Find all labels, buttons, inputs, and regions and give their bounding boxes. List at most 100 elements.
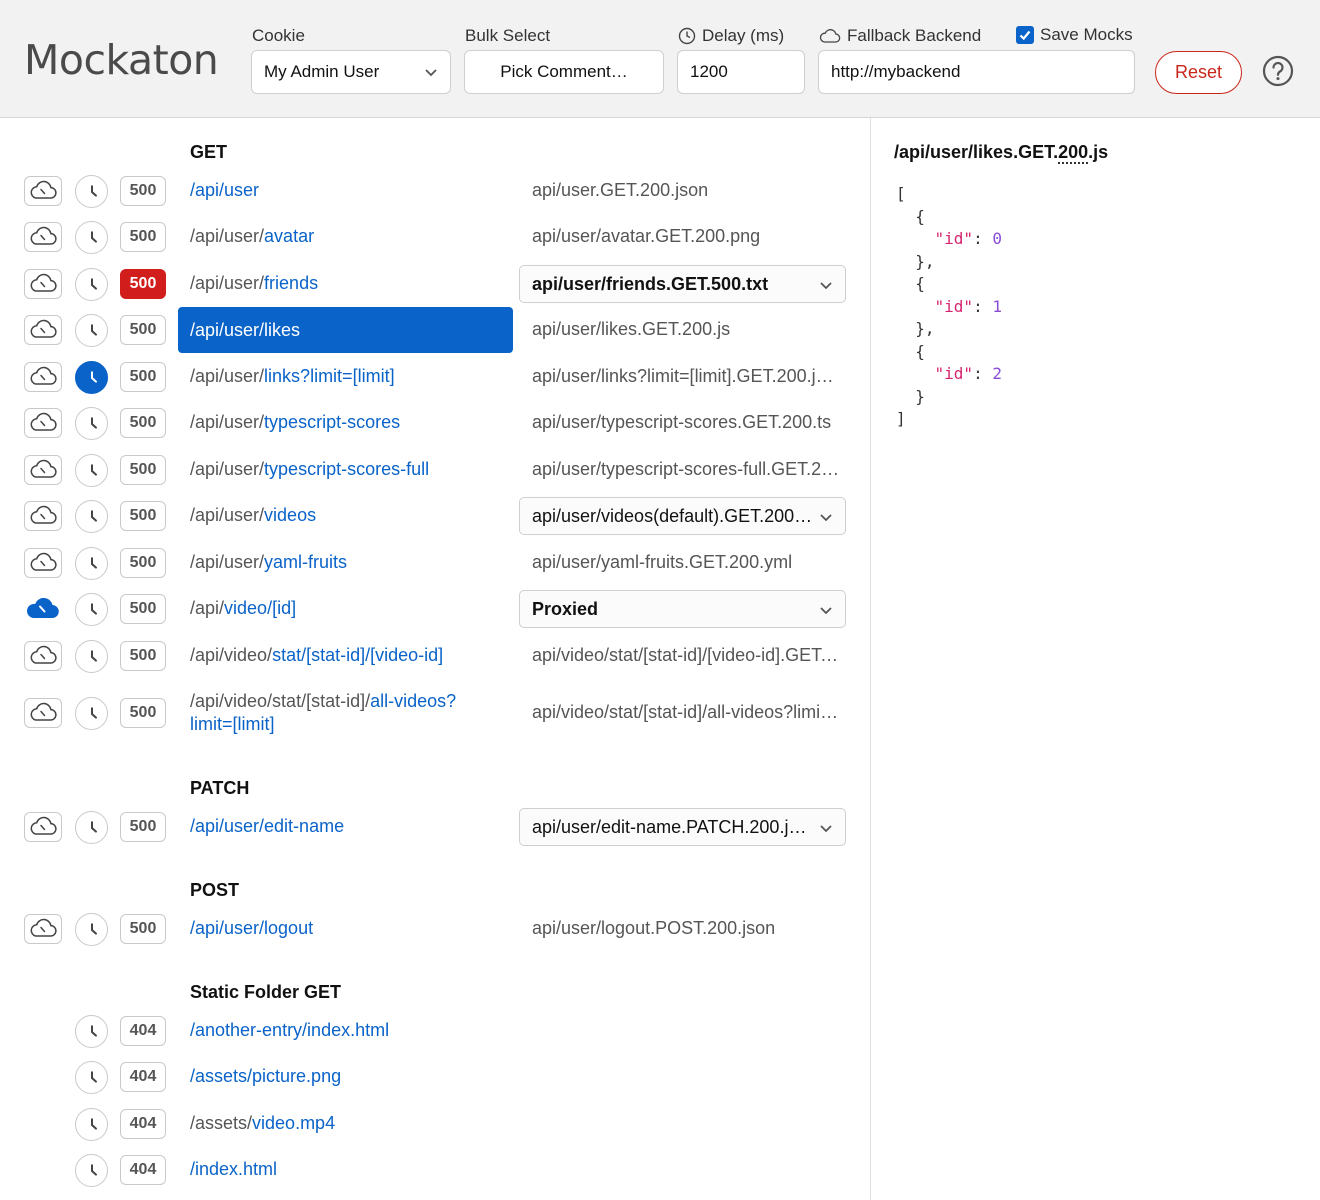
delay-toggle-clock-icon[interactable] — [75, 1015, 108, 1048]
status-toggle-button[interactable]: 500 — [120, 641, 166, 671]
delay-toggle-clock-icon[interactable] — [75, 1154, 108, 1187]
delay-toggle-clock-icon[interactable] — [75, 407, 108, 440]
delay-toggle-clock-icon[interactable] — [75, 811, 108, 844]
mock-filename: api/user/avatar.GET.200.png — [532, 226, 761, 246]
status-toggle-button[interactable]: 500 — [120, 176, 166, 206]
preview-code: [ { "id": 0 }, { "id": 1 }, { "id": 2 } … — [896, 184, 1002, 428]
proxy-toggle-cloud-icon[interactable] — [24, 222, 62, 252]
delay-toggle-clock-icon[interactable] — [75, 640, 108, 673]
proxy-toggle-cloud-icon[interactable] — [24, 698, 62, 728]
route-link[interactable]: /api/user/videos — [190, 505, 316, 526]
delay-toggle-clock-icon[interactable] — [75, 454, 108, 487]
proxy-toggle-cloud-icon[interactable] — [24, 315, 62, 345]
save-mocks-label: Save Mocks — [1040, 25, 1133, 44]
status-toggle-button[interactable]: 500 — [120, 269, 166, 299]
chevron-down-icon — [425, 69, 437, 77]
delay-toggle-clock-icon[interactable] — [75, 547, 108, 580]
route-link[interactable]: /api/user/edit-name — [190, 816, 344, 837]
fallback-input[interactable]: http://mybackend — [818, 50, 1135, 94]
mock-filename: api/user.GET.200.json — [532, 180, 709, 200]
route-link[interactable]: /api/video/[id] — [190, 598, 296, 619]
proxy-toggle-cloud-icon[interactable] — [24, 176, 62, 206]
delay-toggle-clock-icon[interactable] — [75, 314, 108, 347]
status-toggle-button[interactable]: 404 — [120, 1016, 166, 1046]
route-link[interactable]: /api/user/friends — [190, 273, 318, 294]
proxy-toggle-cloud-icon[interactable] — [24, 641, 62, 671]
route-link[interactable]: /api/user/links?limit=[limit] — [190, 366, 395, 387]
route-link[interactable]: /api/user — [190, 180, 259, 201]
delay-toggle-clock-icon[interactable] — [75, 593, 108, 626]
proxy-toggle-cloud-icon[interactable] — [24, 548, 62, 578]
route-link[interactable]: /api/video/stat/[stat-id]/all-videos? lim… — [190, 690, 456, 736]
route-row: 404/another-entry/index.html — [0, 1011, 870, 1051]
status-toggle-button[interactable]: 500 — [120, 315, 166, 345]
status-toggle-button[interactable]: 500 — [120, 812, 166, 842]
status-toggle-button[interactable]: 404 — [120, 1109, 166, 1139]
proxy-toggle-cloud-icon[interactable] — [24, 362, 62, 392]
mock-select[interactable]: api/user/videos(default).GET.200.json — [519, 497, 846, 535]
status-toggle-button[interactable]: 404 — [120, 1155, 166, 1185]
route-row: 500/api/video/stat/[stat-id]/all-videos?… — [0, 690, 870, 736]
cookie-label: Cookie — [252, 26, 305, 45]
chevron-down-icon — [820, 514, 832, 522]
route-row: 500/api/user/yaml-fruits api/user/yaml-fr… — [0, 543, 870, 583]
delay-toggle-clock-icon[interactable] — [75, 268, 108, 301]
bulk-select-label: Bulk Select — [465, 26, 551, 45]
status-toggle-button[interactable]: 500 — [120, 455, 166, 485]
help-icon[interactable] — [1262, 55, 1294, 87]
proxy-toggle-cloud-icon[interactable] — [24, 501, 62, 531]
mock-select[interactable]: api/user/edit-name.PATCH.200.json — [519, 808, 846, 846]
status-toggle-button[interactable]: 500 — [120, 501, 166, 531]
proxy-toggle-cloud-icon[interactable] — [24, 269, 62, 299]
status-toggle-button[interactable]: 500 — [120, 548, 166, 578]
route-link[interactable]: /assets/video.mp4 — [190, 1113, 335, 1134]
status-toggle-button[interactable]: 500 — [120, 362, 166, 392]
save-mocks-checkbox[interactable] — [1016, 26, 1034, 44]
proxy-toggle-cloud-icon[interactable] — [24, 455, 62, 485]
bulk-select[interactable]: Pick Comment… — [464, 50, 664, 94]
save-mocks[interactable]: Save Mocks — [1016, 25, 1133, 45]
route-link[interactable]: /api/user/avatar — [190, 226, 314, 247]
section-title-post: POST — [190, 880, 240, 900]
fallback-value: http://mybackend — [831, 62, 961, 81]
app-logo: Mockaton — [24, 36, 219, 84]
route-link[interactable]: /api/user/likes — [178, 307, 513, 353]
route-link[interactable]: /api/user/typescript-scores — [190, 412, 400, 433]
status-toggle-button[interactable]: 500 — [120, 914, 166, 944]
delay-toggle-clock-icon[interactable] — [75, 697, 108, 730]
proxy-toggle-cloud-icon[interactable] — [24, 594, 62, 624]
cookie-select[interactable]: My Admin User — [251, 50, 451, 94]
route-row: 404/assets/video.mp4 — [0, 1104, 870, 1144]
proxy-toggle-cloud-icon[interactable] — [24, 408, 62, 438]
status-toggle-button[interactable]: 500 — [120, 698, 166, 728]
mock-select[interactable]: api/user/friends.GET.500.txt — [519, 265, 846, 303]
route-link[interactable]: /assets/picture.png — [190, 1066, 341, 1087]
status-toggle-button[interactable]: 404 — [120, 1062, 166, 1092]
route-row: 500/api/video/[id] Proxied — [0, 589, 870, 629]
delay-toggle-clock-icon[interactable] — [75, 175, 108, 208]
route-link[interactable]: /index.html — [190, 1159, 277, 1180]
proxy-toggle-cloud-icon[interactable] — [24, 812, 62, 842]
delay-toggle-clock-icon[interactable] — [75, 1061, 108, 1094]
delay-toggle-clock-icon[interactable] — [75, 361, 108, 394]
delay-toggle-clock-icon[interactable] — [75, 500, 108, 533]
mock-filename: api/video/stat/[stat-id]/[video-id].GET.… — [532, 645, 842, 665]
reset-button[interactable]: Reset — [1155, 51, 1242, 94]
route-link[interactable]: /api/user/logout — [190, 918, 313, 939]
delay-toggle-clock-icon[interactable] — [75, 1108, 108, 1141]
section-title-static: Static Folder GET — [190, 982, 342, 1002]
delay-toggle-clock-icon[interactable] — [75, 221, 108, 254]
mock-select[interactable]: Proxied — [519, 590, 846, 628]
delay-toggle-clock-icon[interactable] — [75, 913, 108, 946]
chevron-down-icon — [820, 282, 832, 290]
delay-input[interactable]: 1200 — [677, 50, 805, 94]
status-toggle-button[interactable]: 500 — [120, 408, 166, 438]
status-toggle-button[interactable]: 500 — [120, 594, 166, 624]
status-toggle-button[interactable]: 500 — [120, 222, 166, 252]
proxy-toggle-cloud-icon[interactable] — [24, 914, 62, 944]
route-link[interactable]: /api/video/stat/[stat-id]/[video-id] — [190, 645, 443, 666]
route-link[interactable]: /api/user/yaml-fruits — [190, 552, 347, 573]
route-link[interactable]: /another-entry/index.html — [190, 1020, 389, 1041]
route-link[interactable]: /api/user/typescript-scores-full — [190, 459, 429, 480]
chevron-down-icon — [820, 825, 832, 833]
